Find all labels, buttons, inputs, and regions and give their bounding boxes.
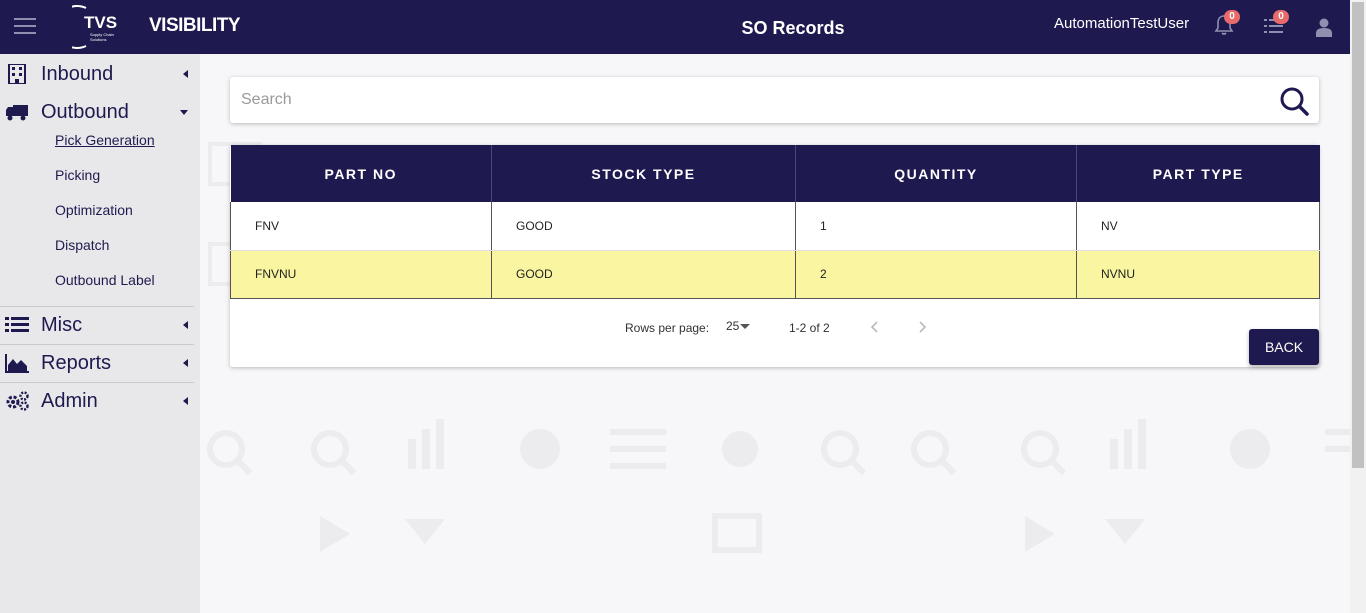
records-card: PART NO STOCK TYPE QUANTITY PART TYPE FN… bbox=[230, 145, 1320, 367]
cell-part-no: FNV bbox=[230, 202, 492, 251]
rows-per-page-select[interactable]: 25 bbox=[726, 319, 751, 333]
user-menu-button[interactable] bbox=[1315, 17, 1333, 42]
list-icon bbox=[5, 317, 29, 332]
column-header-part-type[interactable]: PART TYPE bbox=[1076, 145, 1320, 202]
next-page-button[interactable] bbox=[914, 319, 930, 335]
user-icon bbox=[1316, 18, 1332, 37]
caret-left-icon bbox=[183, 397, 188, 405]
svg-text:Solutions: Solutions bbox=[90, 37, 106, 42]
gears-icon bbox=[6, 391, 29, 411]
caret-left-icon bbox=[183, 70, 188, 78]
sidebar-subitem-picking[interactable]: Picking bbox=[55, 167, 100, 183]
column-header-quantity[interactable]: QUANTITY bbox=[795, 145, 1077, 202]
sidebar: Inbound Outbound Pick Generation Picking… bbox=[0, 54, 200, 613]
rows-per-page-label: Rows per page: bbox=[625, 321, 710, 335]
so-records-table: PART NO STOCK TYPE QUANTITY PART TYPE FN… bbox=[230, 145, 1320, 299]
brand-name: VISIBILITY bbox=[149, 15, 241, 36]
svg-text:TVS: TVS bbox=[84, 13, 117, 32]
sidebar-item-label: Inbound bbox=[41, 63, 114, 85]
scrollbar-thumb[interactable] bbox=[1352, 2, 1364, 468]
sidebar-item-reports[interactable]: Reports bbox=[0, 344, 194, 382]
cell-quantity: 1 bbox=[795, 202, 1077, 251]
search-input[interactable] bbox=[230, 77, 1270, 123]
table-header-row: PART NO STOCK TYPE QUANTITY PART TYPE bbox=[230, 145, 1320, 202]
cell-part-type: NV bbox=[1076, 202, 1320, 251]
chevron-left-icon bbox=[870, 321, 878, 333]
page-range: 1-2 of 2 bbox=[789, 321, 830, 335]
dropdown-arrow-icon bbox=[740, 324, 751, 330]
tasks-button[interactable]: 0 bbox=[1263, 10, 1289, 41]
sidebar-subitem-outbound-label[interactable]: Outbound Label bbox=[55, 272, 155, 288]
sidebar-subitem-dispatch[interactable]: Dispatch bbox=[55, 237, 109, 253]
page-scrollbar[interactable] bbox=[1350, 0, 1366, 613]
column-header-part-no[interactable]: PART NO bbox=[230, 145, 492, 202]
building-icon bbox=[8, 64, 26, 84]
sidebar-item-label: Admin bbox=[41, 390, 98, 412]
search-button[interactable] bbox=[1279, 86, 1309, 116]
username[interactable]: AutomationTestUser bbox=[1054, 15, 1189, 32]
table-row[interactable]: FNV GOOD 1 NV bbox=[230, 202, 1320, 251]
back-button[interactable]: BACK bbox=[1249, 329, 1319, 365]
cell-part-type: NVNU bbox=[1076, 250, 1320, 299]
sidebar-item-inbound[interactable]: Inbound bbox=[0, 55, 194, 93]
cell-stock-type: GOOD bbox=[491, 250, 796, 299]
cell-stock-type: GOOD bbox=[491, 202, 796, 251]
tasks-badge: 0 bbox=[1273, 10, 1289, 24]
notifications-button[interactable]: 0 bbox=[1214, 10, 1240, 41]
menu-toggle-icon[interactable] bbox=[14, 18, 36, 36]
sidebar-item-label: Reports bbox=[41, 352, 112, 374]
caret-left-icon bbox=[183, 359, 188, 367]
area-chart-icon bbox=[5, 354, 29, 373]
sidebar-subitem-pick-generation[interactable]: Pick Generation bbox=[55, 132, 155, 148]
top-header: TVS Supply Chain Solutions VISIBILITY SO… bbox=[0, 0, 1350, 54]
table-row[interactable]: FNVNU GOOD 2 NVNU bbox=[230, 250, 1320, 299]
notifications-badge: 0 bbox=[1224, 10, 1240, 24]
sidebar-item-admin[interactable]: Admin bbox=[0, 382, 194, 420]
column-header-stock-type[interactable]: STOCK TYPE bbox=[491, 145, 796, 202]
pagination: Rows per page: 25 1-2 of 2 bbox=[230, 319, 1319, 339]
tvs-logo: TVS Supply Chain Solutions bbox=[55, 4, 128, 50]
sidebar-item-label: Outbound bbox=[41, 101, 129, 123]
page-title: SO Records bbox=[741, 18, 845, 38]
search-icon bbox=[1280, 87, 1309, 116]
truck-icon bbox=[6, 105, 28, 121]
caret-down-icon bbox=[180, 110, 188, 115]
rows-per-page-value: 25 bbox=[726, 319, 740, 333]
sidebar-item-outbound[interactable]: Outbound bbox=[0, 93, 194, 131]
previous-page-button[interactable] bbox=[867, 319, 883, 335]
cell-part-no: FNVNU bbox=[230, 250, 492, 299]
sidebar-subitem-optimization[interactable]: Optimization bbox=[55, 202, 133, 218]
sidebar-item-label: Misc bbox=[41, 314, 83, 336]
chevron-right-icon bbox=[919, 321, 927, 333]
sidebar-item-misc[interactable]: Misc bbox=[0, 306, 194, 344]
cell-quantity: 2 bbox=[795, 250, 1077, 299]
search-bar bbox=[230, 77, 1319, 123]
caret-left-icon bbox=[183, 321, 188, 329]
